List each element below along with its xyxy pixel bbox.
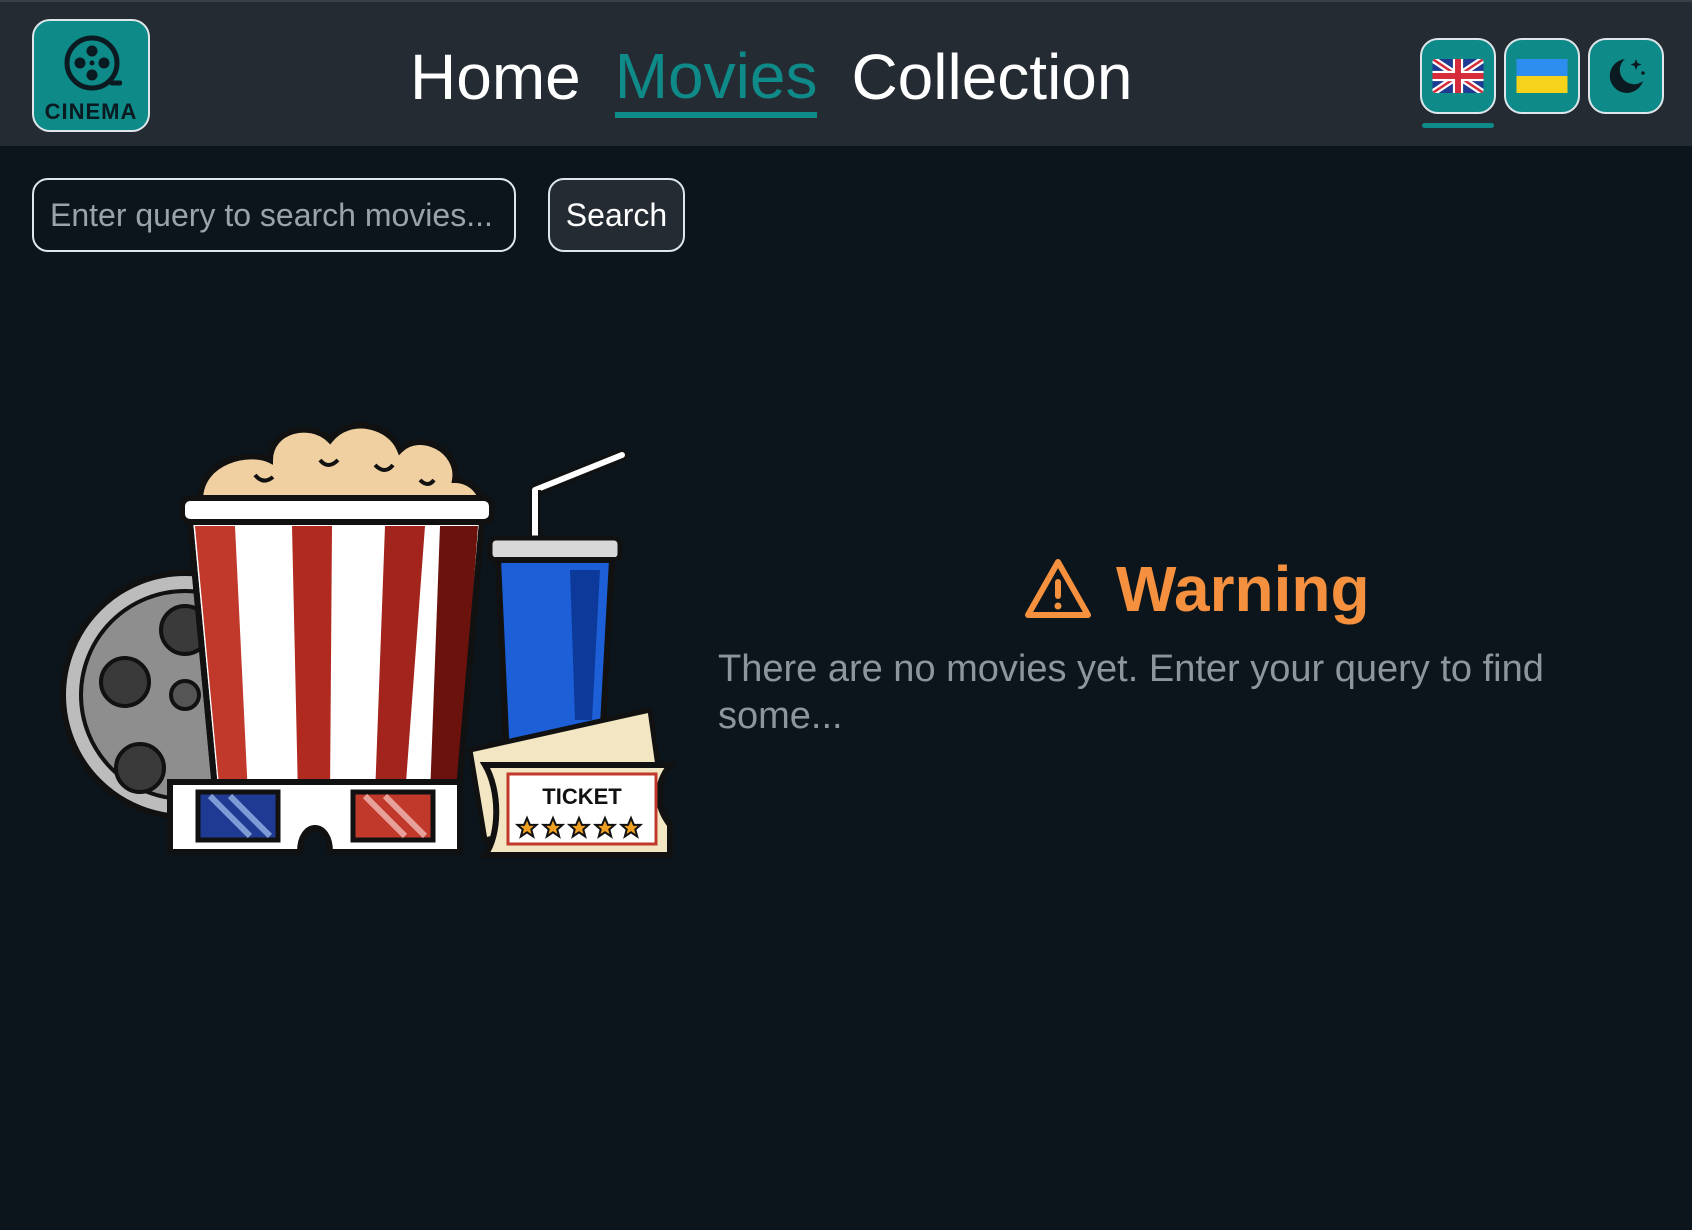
- warning-title: Warning: [1116, 553, 1370, 625]
- logo-text: CINEMA: [44, 99, 138, 124]
- search-input[interactable]: [32, 178, 516, 252]
- active-language-indicator: [1422, 123, 1494, 128]
- ticket-text: TICKET: [542, 784, 622, 809]
- warning-triangle-icon: [1025, 559, 1091, 618]
- search-button[interactable]: Search: [548, 178, 685, 252]
- cinema-illustration: TICKET: [60, 422, 676, 858]
- nav-home[interactable]: Home: [410, 38, 581, 118]
- uk-flag-icon: [1432, 59, 1484, 93]
- logo[interactable]: CINEMA: [32, 19, 150, 132]
- app-header: CINEMA Home Movies Collection: [0, 0, 1692, 146]
- ukraine-flag-icon: [1516, 59, 1568, 93]
- 3d-glasses-graphic: [167, 779, 463, 855]
- ticket-graphic: TICKET: [467, 706, 676, 858]
- warning-heading: Warning: [1024, 552, 1370, 626]
- nav-movies[interactable]: Movies: [614, 38, 818, 118]
- language-uk-button[interactable]: [1504, 38, 1580, 114]
- film-reel-icon: [64, 35, 122, 91]
- popcorn-graphic: [179, 422, 495, 803]
- language-en-button[interactable]: [1420, 38, 1496, 114]
- nav-collection[interactable]: Collection: [851, 38, 1132, 118]
- theme-toggle-button[interactable]: [1588, 38, 1664, 114]
- main-nav: Home Movies Collection: [410, 38, 1132, 118]
- empty-state-message: There are no movies yet. Enter your quer…: [718, 648, 1544, 737]
- moon-stars-icon: [1609, 59, 1645, 93]
